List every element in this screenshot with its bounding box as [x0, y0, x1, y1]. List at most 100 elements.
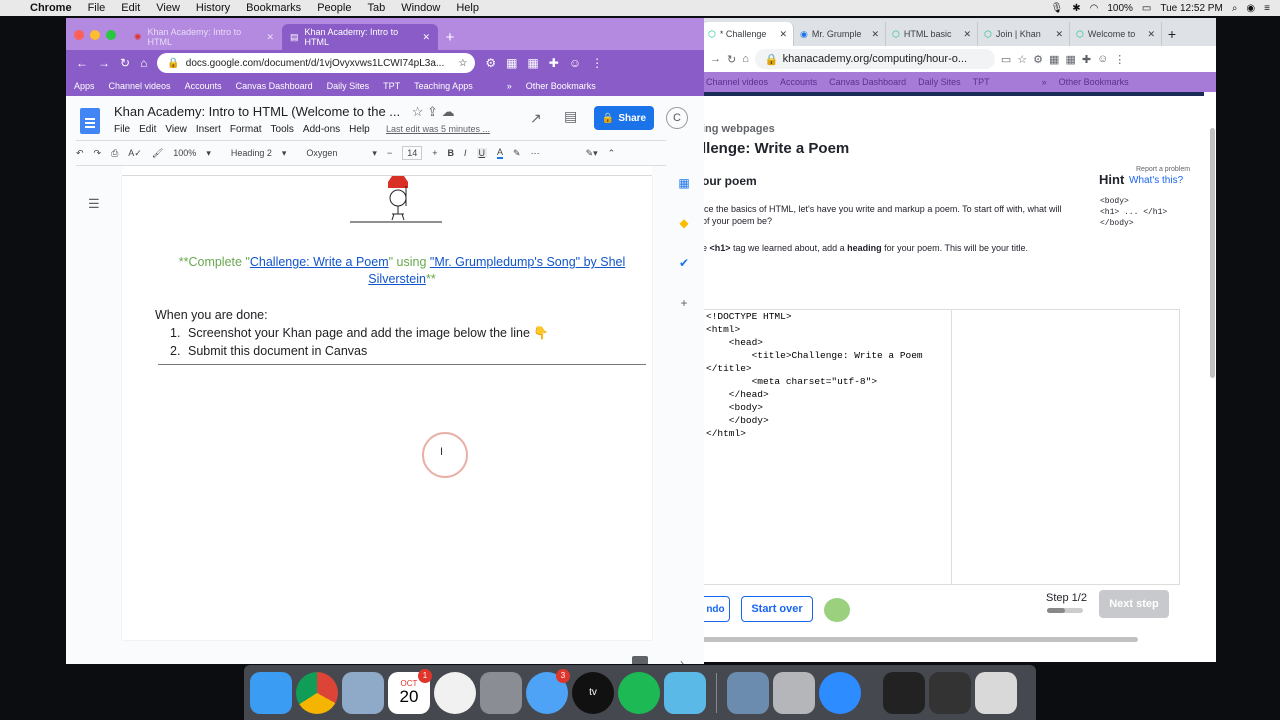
share-button[interactable]: 🔒 Share — [594, 106, 654, 130]
preview-icon[interactable] — [342, 671, 384, 714]
bold-icon[interactable]: B — [448, 148, 455, 158]
control-center-icon[interactable]: ◉ — [1246, 3, 1255, 14]
home-icon[interactable]: ⌂ — [140, 56, 147, 70]
zoom-window-button[interactable] — [106, 30, 116, 40]
reload-icon[interactable]: ↻ — [120, 56, 130, 70]
star-icon[interactable]: ☆ — [412, 104, 424, 119]
bookmark-canvas[interactable]: Canvas Dashboard — [829, 77, 906, 87]
home-icon[interactable]: ⌂ — [742, 53, 749, 65]
battery-label[interactable]: 100% — [1107, 3, 1133, 14]
bookmark-accounts[interactable]: Accounts — [780, 77, 817, 87]
mic-icon[interactable]: 🎙 — [1051, 3, 1064, 14]
last-edit-link[interactable]: Last edit was 5 minutes ... — [386, 124, 490, 134]
text-color-icon[interactable]: A — [497, 147, 504, 159]
print-icon[interactable]: ⎙ — [111, 148, 118, 159]
redo-icon[interactable]: ↷ — [94, 148, 102, 159]
section-label[interactable]: ing webpages — [702, 123, 775, 135]
style-select[interactable]: Heading 2 — [231, 148, 272, 158]
italic-icon[interactable]: I — [464, 148, 467, 158]
clock[interactable]: Tue 12:52 PM — [1160, 3, 1222, 14]
doc-title[interactable]: Khan Academy: Intro to HTML (Welcome to … — [114, 104, 455, 120]
tab-khan-doc-2[interactable]: ▤ Khan Academy: Intro to HTML ✕ — [282, 24, 438, 50]
outline-icon[interactable]: ☰ — [88, 196, 100, 212]
whats-this-link[interactable]: What's this? — [1129, 175, 1183, 186]
chevron-down-icon[interactable]: ▾ — [206, 148, 211, 159]
close-icon[interactable]: ✕ — [871, 29, 879, 40]
add-addon-icon[interactable]: + — [680, 296, 687, 310]
doc-title-text[interactable]: Khan Academy: Intro to HTML (Welcome to … — [114, 104, 400, 119]
star-icon[interactable]: ☆ — [458, 58, 467, 69]
doc-menu-tools[interactable]: Tools — [271, 124, 294, 135]
extension-icon[interactable]: ▦ — [506, 56, 517, 70]
tab-khan-doc-1[interactable]: ✺ Khan Academy: Intro to HTML ✕ — [126, 24, 282, 50]
doc-menu-file[interactable]: File — [114, 124, 130, 135]
extension-icon[interactable]: ▦ — [1049, 53, 1059, 66]
tasks-icon[interactable]: ✔ — [679, 256, 689, 270]
increase-size-icon[interactable]: + — [432, 148, 437, 158]
trash-icon[interactable] — [975, 671, 1017, 714]
bookmark-tpt[interactable]: TPT — [973, 77, 990, 87]
spellcheck-icon[interactable]: A✓ — [128, 148, 142, 159]
wifi-icon[interactable]: ◠ — [1090, 3, 1099, 14]
close-icon[interactable]: ✕ — [779, 29, 787, 40]
bookmark-channel-videos[interactable]: Channel videos — [109, 81, 171, 91]
bookmark-daily-sites[interactable]: Daily Sites — [918, 77, 961, 87]
more-icon[interactable]: ⋮ — [591, 56, 603, 70]
chrome-icon[interactable] — [296, 671, 338, 714]
code-editor[interactable]: <!DOCTYPE HTML> <html> <head> <title>Cha… — [702, 309, 952, 584]
challenge-link[interactable]: Challenge: Write a Poem — [250, 255, 389, 269]
menu-app[interactable]: Chrome — [30, 2, 72, 14]
bookmark-overflow[interactable]: » — [507, 81, 512, 91]
avatar[interactable]: C — [666, 107, 688, 129]
address-bar[interactable]: 🔒 docs.google.com/document/d/1vjOvyxvws1L… — [157, 53, 476, 73]
doc-menu-format[interactable]: Format — [230, 124, 262, 135]
bookmark-daily-sites[interactable]: Daily Sites — [327, 81, 370, 91]
close-icon[interactable]: ✕ — [1055, 29, 1063, 40]
spotify-icon[interactable] — [618, 671, 660, 714]
extension-icon[interactable]: ⚙ — [485, 56, 496, 70]
reload-icon[interactable]: ↻ — [727, 53, 736, 66]
menu-list-icon[interactable]: ≡ — [1264, 3, 1270, 14]
more-icon[interactable]: ⋯ — [531, 148, 540, 159]
finder-icon[interactable] — [250, 671, 292, 714]
extension-icon[interactable]: ⚙ — [1033, 53, 1043, 66]
doc-menu-edit[interactable]: Edit — [139, 124, 156, 135]
font-size-input[interactable]: 14 — [402, 146, 423, 160]
doc-menu-help[interactable]: Help — [349, 124, 370, 135]
chevron-down-icon[interactable]: ▾ — [372, 148, 377, 159]
code-text[interactable]: <!DOCTYPE HTML> <html> <head> <title>Cha… — [706, 310, 923, 440]
editing-mode-icon[interactable]: ✎▾ — [586, 148, 598, 159]
doc-menu-addons[interactable]: Add-ons — [303, 124, 340, 135]
apple-tv-icon[interactable]: tv — [572, 671, 614, 714]
close-icon[interactable]: ✕ — [1147, 29, 1155, 40]
chevron-down-icon[interactable]: ▾ — [282, 148, 287, 159]
cast-icon[interactable]: ▭ — [1001, 53, 1011, 66]
next-step-button[interactable]: Next step — [1099, 590, 1169, 618]
extension-icon[interactable]: ▦ — [1065, 53, 1075, 66]
bookmark-overflow[interactable]: » — [1042, 77, 1047, 87]
messages-icon[interactable]: 3 — [526, 668, 570, 714]
profile-icon[interactable]: ☺ — [569, 56, 581, 70]
menu-people[interactable]: People — [317, 2, 351, 14]
bluetooth-icon[interactable]: ✱ — [1072, 3, 1080, 14]
tab-challenge[interactable]: ⬡ * Challenge ✕ — [702, 22, 794, 46]
underline-icon[interactable]: U — [476, 148, 488, 158]
font-select[interactable]: Oxygen — [306, 148, 362, 158]
chevron-right-icon[interactable]: › — [680, 656, 684, 664]
bookmark-other[interactable]: Other Bookmarks — [526, 81, 596, 91]
highlight-icon[interactable]: ✎ — [513, 148, 521, 159]
undo-icon[interactable]: ↶ — [76, 148, 84, 159]
explore-button[interactable] — [632, 656, 648, 664]
menu-tab[interactable]: Tab — [367, 2, 385, 14]
address-bar[interactable]: 🔒 khanacademy.org/computing/hour-o... — [754, 49, 995, 69]
bookmark-other[interactable]: Other Bookmarks — [1059, 77, 1129, 87]
new-tab-button[interactable]: + — [438, 24, 462, 50]
window-thumbnail-icon[interactable] — [929, 671, 971, 714]
start-over-button[interactable]: Start over — [741, 596, 813, 622]
menu-window[interactable]: Window — [401, 2, 440, 14]
more-icon[interactable]: ⋮ — [1114, 53, 1125, 66]
comment-icon[interactable]: ▤ — [564, 108, 577, 125]
menu-edit[interactable]: Edit — [121, 2, 140, 14]
bookmark-tpt[interactable]: TPT — [383, 81, 400, 91]
close-window-button[interactable] — [74, 30, 84, 40]
